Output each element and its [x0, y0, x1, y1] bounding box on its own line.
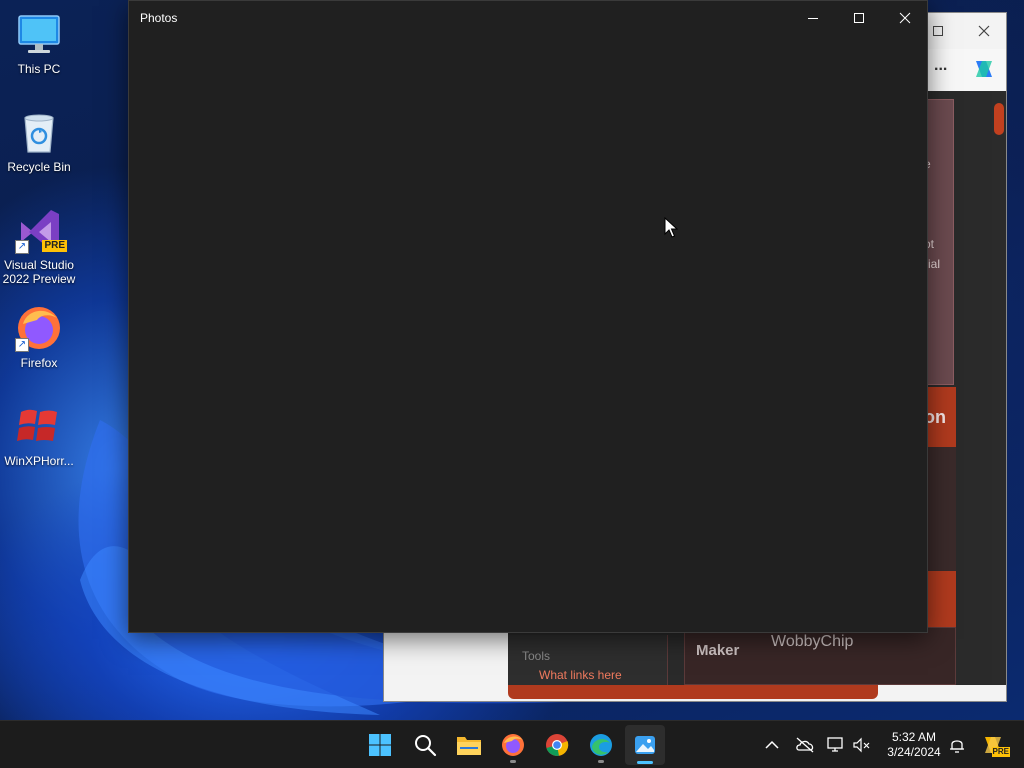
- preview-badge: PRE: [42, 240, 67, 252]
- monitor-icon: [15, 10, 63, 58]
- shortcut-arrow-icon: ↗: [15, 338, 29, 352]
- search-button[interactable]: [405, 725, 445, 765]
- photos-taskbar-button[interactable]: [625, 725, 665, 765]
- volume-button[interactable]: [850, 733, 874, 757]
- wiki-footer-bar: [508, 685, 878, 699]
- network-icon: [827, 737, 843, 752]
- maker-label: Maker: [696, 642, 740, 659]
- windows-logo-icon: [369, 734, 391, 756]
- close-icon[interactable]: [970, 21, 998, 41]
- network-button[interactable]: [824, 733, 848, 757]
- minimize-icon: [808, 17, 818, 19]
- desktop-icon-label: Recycle Bin: [7, 160, 71, 174]
- desktop-icon-winxphorror[interactable]: WinXPHorr...: [2, 396, 76, 488]
- copilot-icon[interactable]: [970, 55, 998, 83]
- volume-muted-icon: [853, 737, 870, 753]
- search-icon: [415, 735, 437, 757]
- close-button[interactable]: [882, 1, 928, 34]
- chrome-icon: [546, 734, 569, 756]
- desktop-icon-firefox[interactable]: ↗ Firefox: [2, 298, 76, 390]
- maximize-icon: [854, 12, 864, 23]
- windows-flag-icon: [15, 402, 63, 450]
- tools-heading: Tools: [522, 649, 551, 663]
- chrome-taskbar-button[interactable]: [537, 725, 577, 765]
- desktop-icon-recycle-bin[interactable]: Recycle Bin: [2, 102, 76, 194]
- mouse-cursor-icon: [664, 217, 678, 238]
- photos-window[interactable]: Photos: [128, 0, 928, 633]
- window-title: Photos: [140, 11, 178, 25]
- visual-studio-icon: PRE ↗: [15, 206, 67, 254]
- clock-date: 3/24/2024: [887, 745, 941, 759]
- cloud-offline-icon: [796, 737, 814, 753]
- notifications-button[interactable]: [945, 733, 969, 757]
- folder-icon: [457, 737, 481, 755]
- active-indicator: [637, 761, 653, 764]
- desktop-icon-label: Firefox: [20, 356, 58, 370]
- maximize-button[interactable]: [836, 1, 882, 34]
- photos-canvas[interactable]: [129, 34, 927, 632]
- shortcut-arrow-icon: ↗: [15, 240, 29, 254]
- preview-badge: PRE: [991, 747, 1010, 757]
- firefox-icon: [502, 734, 524, 756]
- minimize-button[interactable]: [790, 1, 836, 34]
- what-links-here-link[interactable]: What links here: [539, 668, 622, 682]
- clock-time: 5:32 AM: [891, 730, 937, 744]
- desktop-icon-visual-studio[interactable]: PRE ↗ Visual Studio 2022 Preview: [2, 200, 76, 292]
- maximize-icon[interactable]: [924, 21, 952, 41]
- maker-value: WobbyChip: [771, 633, 854, 650]
- recycle-bin-icon: [15, 108, 63, 156]
- firefox-icon: ↗: [15, 304, 63, 352]
- browser-scrollbar[interactable]: [992, 91, 1006, 685]
- onedrive-button[interactable]: [793, 733, 817, 757]
- edge-taskbar-button[interactable]: [581, 725, 621, 765]
- running-indicator: [598, 760, 604, 763]
- system-clock[interactable]: 5:32 AM 3/24/2024: [876, 730, 952, 760]
- firefox-taskbar-button[interactable]: [493, 725, 533, 765]
- browser-scrollbar-thumb[interactable]: [994, 103, 1004, 135]
- photos-icon: [635, 736, 655, 754]
- running-indicator: [510, 760, 516, 763]
- more-options-button[interactable]: ...: [934, 57, 947, 75]
- close-icon: [899, 12, 911, 23]
- start-button[interactable]: [360, 725, 400, 765]
- copilot-tray-button[interactable]: PRE: [980, 733, 1010, 757]
- notification-bell-icon: [950, 740, 964, 753]
- chevron-up-icon: [765, 740, 779, 749]
- photos-titlebar[interactable]: Photos: [129, 1, 927, 34]
- show-hidden-icons-button[interactable]: [760, 733, 784, 757]
- desktop-icon-this-pc[interactable]: This PC: [2, 4, 76, 96]
- desktop-icon-label: This PC: [17, 62, 61, 76]
- taskbar: 5:32 AM 3/24/2024 PRE: [0, 720, 1024, 768]
- desktop-icon-label: Visual Studio 2022 Preview: [2, 258, 76, 286]
- edge-icon: [590, 734, 612, 756]
- desktop-icon-label: WinXPHorr...: [4, 454, 74, 468]
- file-explorer-button[interactable]: [449, 725, 489, 765]
